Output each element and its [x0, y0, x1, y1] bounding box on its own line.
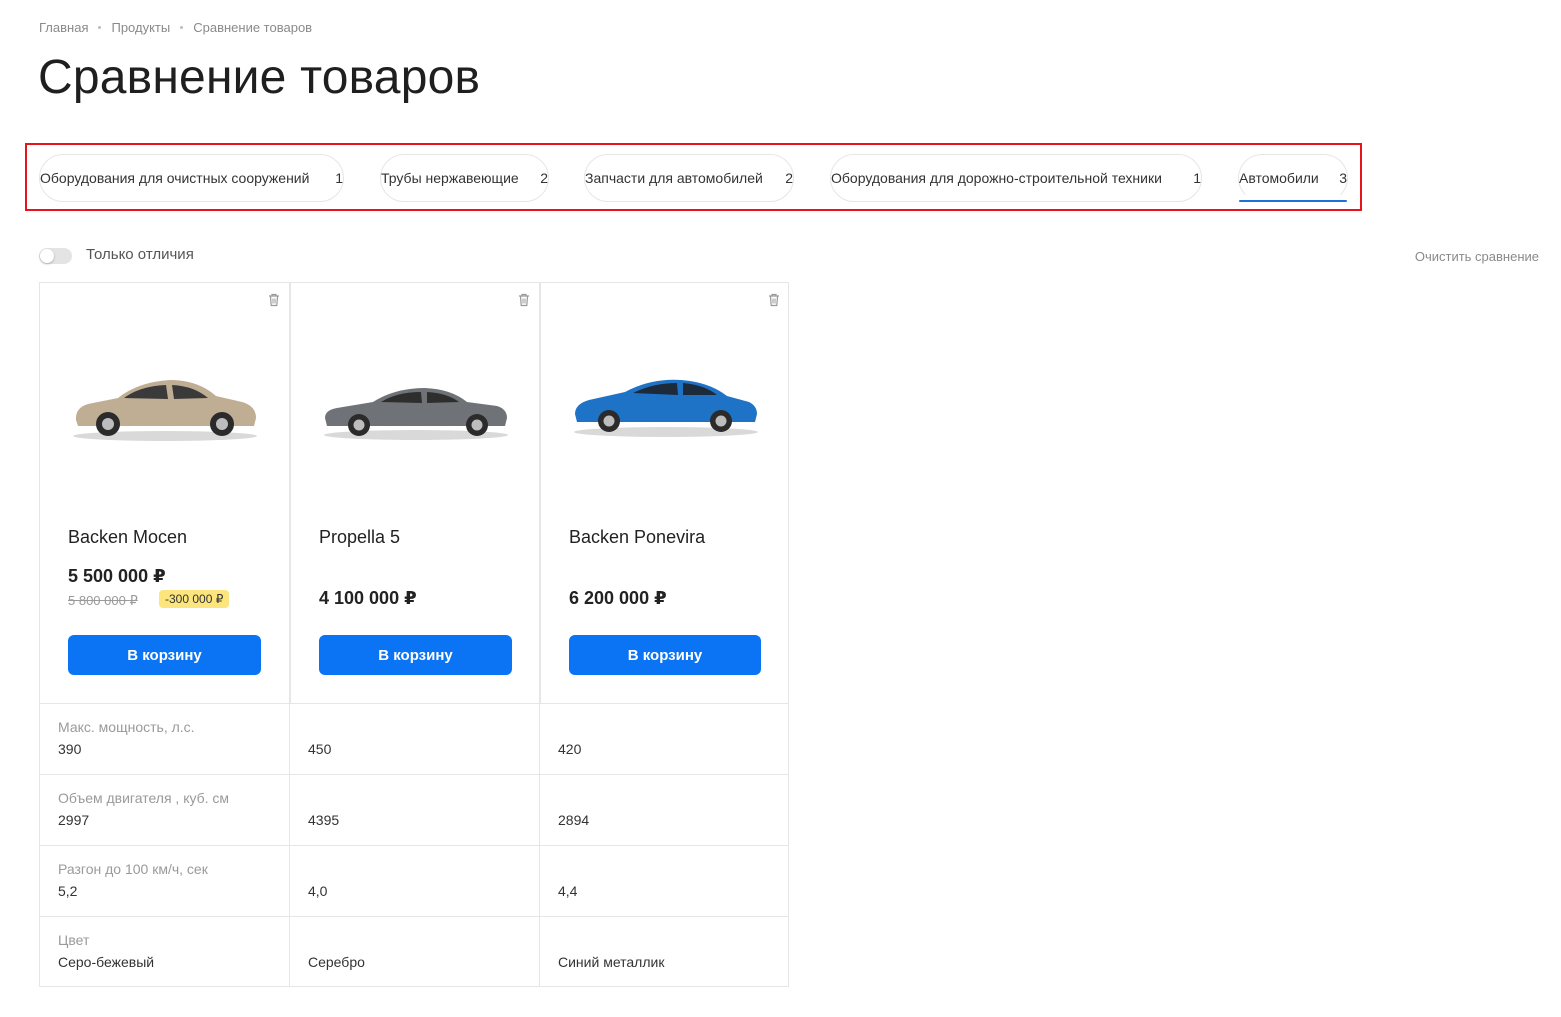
- tab-count: 1: [1193, 170, 1201, 186]
- row-divider: [40, 845, 788, 846]
- spec-value: Серо-бежевый: [58, 954, 155, 970]
- spec-value: 2894: [558, 812, 590, 828]
- spec-value: 420: [558, 741, 582, 757]
- breadcrumb-separator: [98, 26, 102, 29]
- only-differences-toggle[interactable]: [39, 248, 72, 264]
- row-divider: [40, 703, 788, 704]
- trash-icon[interactable]: [768, 293, 780, 307]
- toggle-knob: [40, 249, 54, 263]
- spec-label: Разгон до 100 км/ч, сек: [58, 861, 208, 877]
- product-old-price: 5 800 000 ₽: [68, 593, 138, 608]
- breadcrumb-current: Сравнение товаров: [193, 20, 313, 35]
- product-price: 6 200 000 ₽: [569, 588, 667, 608]
- add-to-cart-button[interactable]: В корзину: [569, 635, 761, 675]
- discount-badge: -300 000 ₽: [159, 590, 230, 608]
- spec-label: Объем двигателя , куб. см: [58, 790, 230, 806]
- product-card: Backen Mocen 5 500 000 ₽ 5 800 000 ₽ -30…: [40, 283, 290, 703]
- breadcrumb: Главная Продукты Сравнение товаров: [39, 20, 312, 35]
- tab-label: Оборудования для очистных сооружений: [40, 170, 310, 186]
- product-card: Backen Ponevira 6 200 000 ₽ В корзину: [540, 283, 790, 703]
- add-to-cart-button[interactable]: В корзину: [319, 635, 512, 675]
- tab-cars[interactable]: Автомобили 3: [1238, 154, 1348, 202]
- add-to-cart-button[interactable]: В корзину: [68, 635, 261, 675]
- tab-label: Трубы нержавеющие: [381, 170, 519, 186]
- row-divider: [40, 774, 788, 775]
- breadcrumb-home[interactable]: Главная: [39, 20, 88, 35]
- tab-count: 2: [785, 170, 793, 186]
- product-price: 5 500 000 ₽: [68, 566, 166, 586]
- car-image: [324, 388, 508, 440]
- spec-value: Синий металлик: [558, 954, 665, 970]
- breadcrumb-products[interactable]: Продукты: [111, 20, 170, 35]
- clear-comparison-link[interactable]: Очистить сравнение: [1415, 249, 1539, 264]
- tab-stainless-pipes[interactable]: Трубы нержавеющие 2: [380, 154, 549, 202]
- page-title: Сравнение товаров: [38, 51, 481, 104]
- tab-auto-parts[interactable]: Запчасти для автомобилей 2: [584, 154, 794, 202]
- row-divider: [40, 916, 788, 917]
- car-image: [73, 380, 257, 441]
- tab-cleaning-equipment[interactable]: Оборудования для очистных сооружений 1: [39, 154, 344, 202]
- spec-value: 4,4: [558, 883, 578, 899]
- tab-label: Запчасти для автомобилей: [585, 170, 763, 186]
- product-name[interactable]: Backen Ponevira: [569, 527, 705, 548]
- breadcrumb-separator: [180, 26, 184, 29]
- spec-value: 5,2: [58, 883, 78, 899]
- spec-value: 4395: [308, 812, 340, 828]
- tab-count: 1: [335, 170, 343, 186]
- tab-count: 2: [540, 170, 548, 186]
- comparison-table: Backen Mocen 5 500 000 ₽ 5 800 000 ₽ -30…: [39, 282, 789, 987]
- spec-label: Макс. мощность, л.с.: [58, 719, 195, 735]
- tab-label: Оборудования для дорожно-строительной те…: [831, 170, 1162, 186]
- trash-icon[interactable]: [268, 293, 280, 307]
- product-name[interactable]: Backen Mocen: [68, 527, 187, 548]
- spec-label: Цвет: [58, 932, 90, 948]
- only-differences-label: Только отличия: [86, 246, 194, 263]
- product-card: Propella 5 4 100 000 ₽ В корзину: [290, 283, 540, 703]
- spec-value: Серебро: [308, 954, 365, 970]
- tab-count: 3: [1339, 170, 1347, 186]
- car-image: [574, 379, 758, 437]
- spec-value: 4,0: [308, 883, 328, 899]
- tab-road-equipment[interactable]: Оборудования для дорожно-строительной те…: [830, 154, 1202, 202]
- product-name[interactable]: Propella 5: [319, 527, 400, 548]
- tab-label: Автомобили: [1239, 170, 1319, 186]
- spec-value: 450: [308, 741, 332, 757]
- spec-value: 390: [58, 741, 82, 757]
- product-price: 4 100 000 ₽: [319, 588, 417, 608]
- trash-icon[interactable]: [518, 293, 530, 307]
- spec-value: 2997: [58, 812, 90, 828]
